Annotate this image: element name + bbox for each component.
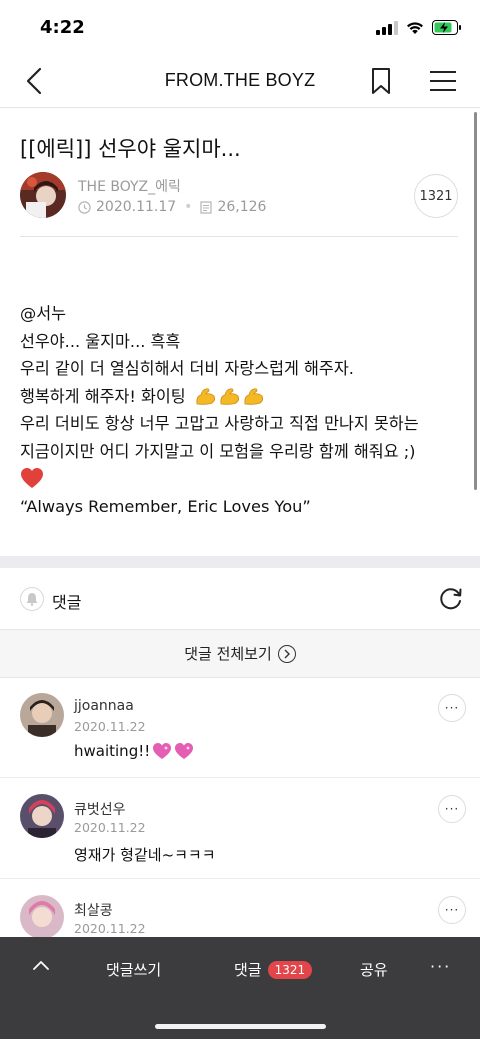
comment-username[interactable]: 최살콩 bbox=[74, 900, 113, 920]
comments-count-badge: 1321 bbox=[267, 960, 313, 979]
meta-separator: • bbox=[184, 199, 193, 215]
refresh-icon[interactable] bbox=[438, 586, 464, 612]
document-icon bbox=[200, 200, 213, 214]
sparkling-heart-emoji bbox=[175, 743, 194, 759]
body-line: @서누 bbox=[20, 304, 66, 323]
status-icons bbox=[376, 20, 462, 35]
bottom-action-bar: 댓글쓰기 댓글 1321 공유 ··· bbox=[0, 937, 480, 1039]
comment-item: 최살콩 2020.11.22 ··· bbox=[0, 879, 480, 937]
bookmark-icon[interactable] bbox=[366, 66, 396, 96]
body-line: 선우야... 울지마... 흑흑 bbox=[20, 331, 181, 351]
comment-count-button[interactable]: 1321 bbox=[414, 174, 458, 218]
notification-toggle[interactable] bbox=[20, 587, 44, 611]
comment-text-row: 영재가 형같네~ㅋㅋㅋ bbox=[74, 844, 216, 865]
flexed-biceps-emoji bbox=[220, 387, 239, 405]
comment-more-button[interactable]: ··· bbox=[438, 795, 466, 823]
hamburger-menu-icon[interactable] bbox=[430, 67, 456, 95]
comment-username[interactable]: jjoannaa bbox=[74, 698, 134, 714]
body-heart-line bbox=[20, 465, 460, 493]
author-photo bbox=[20, 172, 66, 218]
avatar[interactable] bbox=[20, 794, 64, 838]
status-time: 4:22 bbox=[40, 17, 85, 38]
comment-date: 2020.11.22 bbox=[74, 719, 146, 734]
body-line: 우리 더비도 항상 너무 고맙고 사랑하고 직접 만나지 못하는 bbox=[20, 414, 419, 433]
body-line-with-emoji: 행복하게 해주자! 화이팅 bbox=[20, 383, 460, 411]
comment-text-row: hwaiting!! bbox=[74, 742, 194, 760]
sparkling-heart-emoji bbox=[153, 743, 172, 759]
chevron-right-circle-icon bbox=[277, 644, 296, 663]
battery-charging-icon bbox=[432, 20, 461, 35]
avatar-photo bbox=[20, 895, 64, 937]
chevron-up-icon[interactable] bbox=[32, 959, 50, 971]
comment-date: 2020.11.22 bbox=[74, 820, 146, 835]
comments-button-label: 댓글 bbox=[234, 961, 262, 979]
body-line: “Always Remember, Eric Loves You” bbox=[20, 497, 311, 516]
body-line: 행복하게 해주자! 화이팅 bbox=[20, 386, 186, 406]
avatar[interactable] bbox=[20, 693, 64, 737]
comment-text: 영재가 형같네~ㅋㅋㅋ bbox=[74, 846, 216, 864]
more-options-button[interactable]: ··· bbox=[430, 957, 451, 976]
home-indicator[interactable] bbox=[155, 1024, 326, 1029]
post-views: 26,126 bbox=[217, 199, 267, 215]
body-line: 우리 같이 더 열심히해서 더비 자랑스럽게 해주자. bbox=[20, 359, 354, 378]
flexed-biceps-emoji bbox=[196, 387, 215, 405]
comment-item: jjoannaa 2020.11.22 hwaiting!! ··· bbox=[0, 678, 480, 778]
divider bbox=[20, 236, 458, 237]
avatar-photo bbox=[20, 794, 64, 838]
signal-icon bbox=[376, 20, 398, 35]
write-comment-button[interactable]: 댓글쓰기 bbox=[106, 959, 161, 980]
bell-icon bbox=[26, 593, 38, 606]
comment-item: 큐벗선우 2020.11.22 영재가 형같네~ㅋㅋㅋ ··· bbox=[0, 778, 480, 879]
clock-icon bbox=[78, 200, 91, 214]
share-button[interactable]: 공유 bbox=[360, 959, 388, 980]
flexed-biceps-emojis bbox=[195, 386, 265, 406]
wifi-icon bbox=[407, 21, 423, 34]
section-separator bbox=[0, 556, 480, 568]
comment-date: 2020.11.22 bbox=[74, 921, 146, 936]
view-all-comments-button[interactable]: 댓글 전체보기 bbox=[0, 630, 480, 678]
body-line: 지금이지만 어디 가지말고 이 모험을 우리랑 함께 해줘요 ;) bbox=[20, 441, 416, 461]
view-all-label: 댓글 전체보기 bbox=[184, 645, 272, 663]
scroll-indicator[interactable] bbox=[474, 112, 477, 490]
post-body: @서누 선우야... 울지마... 흑흑 우리 같이 더 열심히해서 더비 자랑… bbox=[20, 300, 460, 521]
comment-more-button[interactable]: ··· bbox=[438, 694, 466, 722]
flexed-biceps-emoji bbox=[244, 387, 263, 405]
status-bar: 4:22 bbox=[0, 0, 480, 54]
page-title: FROM.THE BOYZ bbox=[164, 70, 316, 90]
comment-more-button[interactable]: ··· bbox=[438, 896, 466, 924]
author-name[interactable]: THE BOYZ_에릭 bbox=[78, 176, 181, 196]
avatar[interactable] bbox=[20, 895, 64, 937]
comment-text: hwaiting!! bbox=[74, 742, 151, 760]
comments-label: 댓글 bbox=[52, 593, 82, 612]
avatar-photo bbox=[20, 693, 64, 737]
author-avatar[interactable] bbox=[20, 172, 66, 218]
post-date: 2020.11.17 bbox=[96, 199, 177, 215]
comments-header: 댓글 bbox=[0, 568, 480, 630]
red-heart-emoji bbox=[21, 468, 43, 488]
comment-username[interactable]: 큐벗선우 bbox=[74, 799, 126, 819]
post-title: [[에릭]] 선우야 울지마... bbox=[20, 137, 241, 161]
comments-button[interactable]: 댓글 1321 bbox=[234, 959, 313, 980]
post-meta: 2020.11.17 • 26,126 bbox=[78, 199, 266, 215]
nav-bar: FROM.THE BOYZ bbox=[0, 54, 480, 108]
